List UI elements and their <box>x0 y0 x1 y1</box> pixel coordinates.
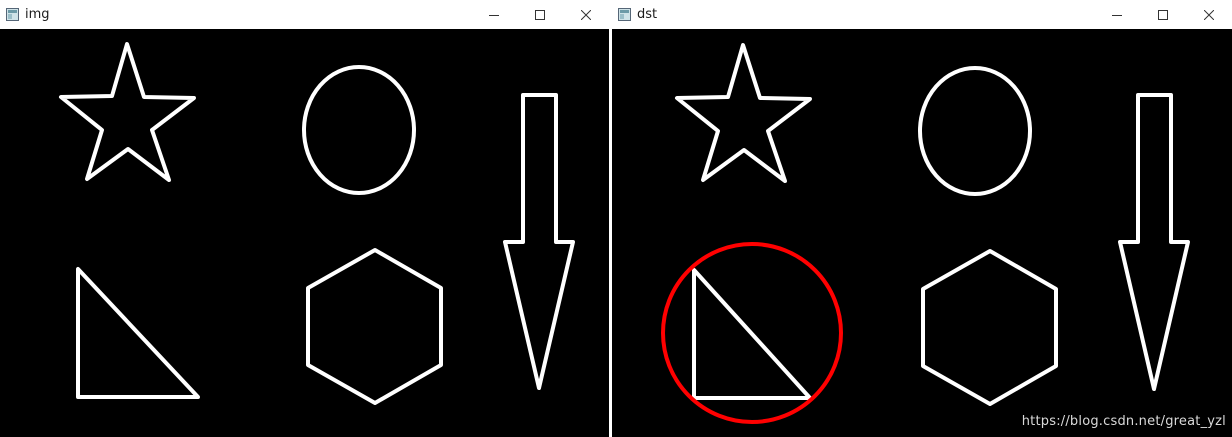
titlebar[interactable]: img <box>0 0 609 29</box>
maximize-icon <box>1158 9 1168 20</box>
image-canvas <box>0 29 609 437</box>
maximize-button[interactable] <box>517 0 563 29</box>
triangle-shape <box>76 267 200 399</box>
dst-window: dst https://blog.csdn.net/great_yzl <box>612 0 1232 437</box>
ellipse-shape <box>918 66 1032 196</box>
ellipse-shape <box>302 65 416 195</box>
close-button[interactable] <box>1186 0 1232 29</box>
star-shape <box>675 43 812 183</box>
minimize-button[interactable] <box>471 0 517 29</box>
close-icon <box>581 9 591 20</box>
maximize-icon <box>535 9 545 20</box>
hexagon-shape <box>921 249 1058 406</box>
titlebar[interactable]: dst <box>612 0 1232 29</box>
minimize-icon <box>489 14 499 16</box>
maximize-button[interactable] <box>1140 0 1186 29</box>
img-window: img <box>0 0 609 437</box>
image-canvas: https://blog.csdn.net/great_yzl <box>612 29 1232 437</box>
app-icon <box>6 8 19 21</box>
star-shape <box>59 42 196 182</box>
minimize-icon <box>1112 14 1122 16</box>
close-icon <box>1204 9 1214 20</box>
window-title: img <box>25 7 50 22</box>
arrow-down-shape <box>1118 93 1190 391</box>
arrow-down-shape <box>503 93 575 390</box>
window-title: dst <box>637 7 658 22</box>
window-controls <box>1094 0 1232 29</box>
app-icon <box>618 8 631 21</box>
shapes-drawing <box>661 43 1190 424</box>
shapes-drawing <box>59 42 575 405</box>
close-button[interactable] <box>563 0 609 29</box>
triangle-shape <box>692 268 812 400</box>
hexagon-shape <box>306 248 443 405</box>
minimize-button[interactable] <box>1094 0 1140 29</box>
window-controls <box>471 0 609 29</box>
watermark-text: https://blog.csdn.net/great_yzl <box>1021 414 1226 429</box>
